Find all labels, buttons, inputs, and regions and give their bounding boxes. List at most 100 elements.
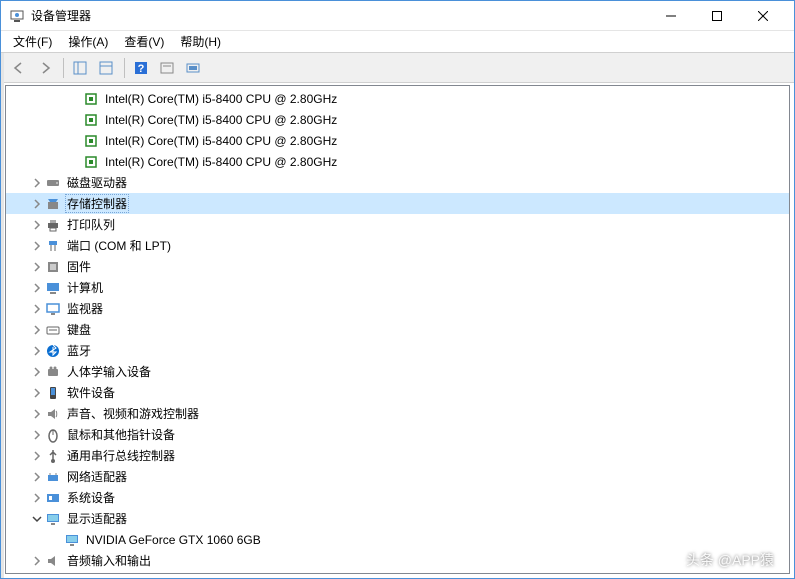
category-monitors[interactable]: 监视器 bbox=[6, 298, 789, 319]
printer-icon bbox=[45, 217, 61, 233]
hid-icon bbox=[45, 364, 61, 380]
node-label: 鼠标和其他指针设备 bbox=[65, 425, 177, 444]
node-label: 音频输入和输出 bbox=[65, 551, 153, 570]
node-label: 人体学输入设备 bbox=[65, 362, 153, 381]
menu-action[interactable]: 操作(A) bbox=[60, 31, 116, 52]
node-label: 端口 (COM 和 LPT) bbox=[65, 236, 173, 255]
back-button[interactable] bbox=[7, 56, 31, 80]
properties-button[interactable] bbox=[94, 56, 118, 80]
node-label: 系统设备 bbox=[65, 488, 117, 507]
category-system[interactable]: 系统设备 bbox=[6, 487, 789, 508]
cpu-item-3[interactable]: Intel(R) Core(TM) i5-8400 CPU @ 2.80GHz bbox=[6, 151, 789, 172]
bluetooth-icon bbox=[45, 343, 61, 359]
node-label: 计算机 bbox=[65, 278, 105, 297]
category-display[interactable]: 显示适配器 bbox=[6, 508, 789, 529]
display-adapter-item[interactable]: NVIDIA GeForce GTX 1060 6GB bbox=[6, 529, 789, 550]
close-button[interactable] bbox=[740, 1, 786, 31]
node-label: 通用串行总线控制器 bbox=[65, 446, 177, 465]
node-label: 网络适配器 bbox=[65, 467, 129, 486]
expander-icon[interactable] bbox=[29, 511, 45, 527]
storage-icon bbox=[45, 196, 61, 212]
category-computer[interactable]: 计算机 bbox=[6, 277, 789, 298]
expander-icon[interactable] bbox=[29, 322, 45, 338]
expander-icon[interactable] bbox=[29, 364, 45, 380]
left-edge bbox=[1, 53, 4, 578]
cpu-icon bbox=[83, 112, 99, 128]
keyboard-icon bbox=[45, 322, 61, 338]
node-label: Intel(R) Core(TM) i5-8400 CPU @ 2.80GHz bbox=[103, 133, 339, 149]
menu-help[interactable]: 帮助(H) bbox=[172, 31, 229, 52]
node-label: 磁盘驱动器 bbox=[65, 173, 129, 192]
node-label: 键盘 bbox=[65, 320, 93, 339]
disk-icon bbox=[45, 175, 61, 191]
system-icon bbox=[45, 490, 61, 506]
expander-icon[interactable] bbox=[29, 301, 45, 317]
category-mice[interactable]: 鼠标和其他指针设备 bbox=[6, 424, 789, 445]
menu-file[interactable]: 文件(F) bbox=[5, 31, 60, 52]
cpu-item-1[interactable]: Intel(R) Core(TM) i5-8400 CPU @ 2.80GHz bbox=[6, 109, 789, 130]
expander-icon[interactable] bbox=[29, 385, 45, 401]
audio-icon bbox=[45, 553, 61, 569]
mouse-icon bbox=[45, 427, 61, 443]
node-label: 存储控制器 bbox=[65, 194, 129, 213]
node-label: 软件设备 bbox=[65, 383, 117, 402]
cpu-item-0[interactable]: Intel(R) Core(TM) i5-8400 CPU @ 2.80GHz bbox=[6, 88, 789, 109]
expander-icon[interactable] bbox=[29, 427, 45, 443]
menubar: 文件(F) 操作(A) 查看(V) 帮助(H) bbox=[1, 31, 794, 53]
node-label: NVIDIA GeForce GTX 1060 6GB bbox=[84, 532, 263, 548]
category-ports[interactable]: 端口 (COM 和 LPT) bbox=[6, 235, 789, 256]
expander-icon[interactable] bbox=[29, 259, 45, 275]
category-firmware[interactable]: 固件 bbox=[6, 256, 789, 277]
category-network[interactable]: 网络适配器 bbox=[6, 466, 789, 487]
node-label: 显示适配器 bbox=[65, 509, 129, 528]
category-usb[interactable]: 通用串行总线控制器 bbox=[6, 445, 789, 466]
expander-icon[interactable] bbox=[29, 490, 45, 506]
display-icon bbox=[64, 532, 80, 548]
svg-text:?: ? bbox=[138, 63, 145, 75]
category-storage_controllers[interactable]: 存储控制器 bbox=[6, 193, 789, 214]
node-label: 声音、视频和游戏控制器 bbox=[65, 404, 201, 423]
category-print_queues[interactable]: 打印队列 bbox=[6, 214, 789, 235]
maximize-button[interactable] bbox=[694, 1, 740, 31]
expander-icon[interactable] bbox=[29, 469, 45, 485]
node-label: Intel(R) Core(TM) i5-8400 CPU @ 2.80GHz bbox=[103, 91, 339, 107]
node-label: Intel(R) Core(TM) i5-8400 CPU @ 2.80GHz bbox=[103, 112, 339, 128]
software-icon bbox=[45, 385, 61, 401]
node-label: Intel(R) Core(TM) i5-8400 CPU @ 2.80GHz bbox=[103, 154, 339, 170]
window-title: 设备管理器 bbox=[31, 7, 648, 24]
expander-icon[interactable] bbox=[29, 553, 45, 569]
help-button[interactable]: ? bbox=[129, 56, 153, 80]
cpu-item-2[interactable]: Intel(R) Core(TM) i5-8400 CPU @ 2.80GHz bbox=[6, 130, 789, 151]
expander-icon[interactable] bbox=[29, 448, 45, 464]
firmware-icon bbox=[45, 259, 61, 275]
category-disk_drives[interactable]: 磁盘驱动器 bbox=[6, 172, 789, 193]
device-tree[interactable]: Intel(R) Core(TM) i5-8400 CPU @ 2.80GHz I… bbox=[5, 85, 790, 574]
expander-icon[interactable] bbox=[29, 175, 45, 191]
cpu-icon bbox=[83, 133, 99, 149]
forward-button[interactable] bbox=[33, 56, 57, 80]
app-icon bbox=[9, 8, 25, 24]
category-software_devices[interactable]: 软件设备 bbox=[6, 382, 789, 403]
show-hide-tree-button[interactable] bbox=[68, 56, 92, 80]
sound-icon bbox=[45, 406, 61, 422]
expander-icon[interactable] bbox=[29, 280, 45, 296]
cpu-icon bbox=[83, 154, 99, 170]
node-label: 监视器 bbox=[65, 299, 105, 318]
category-audio_io[interactable]: 音频输入和输出 bbox=[6, 550, 789, 571]
minimize-button[interactable] bbox=[648, 1, 694, 31]
expander-icon[interactable] bbox=[29, 238, 45, 254]
category-hid[interactable]: 人体学输入设备 bbox=[6, 361, 789, 382]
category-sound[interactable]: 声音、视频和游戏控制器 bbox=[6, 403, 789, 424]
expander-icon[interactable] bbox=[29, 217, 45, 233]
expander-icon[interactable] bbox=[29, 406, 45, 422]
menu-view[interactable]: 查看(V) bbox=[116, 31, 172, 52]
view-button[interactable] bbox=[181, 56, 205, 80]
scan-button[interactable] bbox=[155, 56, 179, 80]
category-keyboards[interactable]: 键盘 bbox=[6, 319, 789, 340]
node-label: 打印队列 bbox=[65, 215, 117, 234]
expander-icon[interactable] bbox=[29, 196, 45, 212]
usb-icon bbox=[45, 448, 61, 464]
expander-icon[interactable] bbox=[29, 343, 45, 359]
network-icon bbox=[45, 469, 61, 485]
category-bluetooth[interactable]: 蓝牙 bbox=[6, 340, 789, 361]
